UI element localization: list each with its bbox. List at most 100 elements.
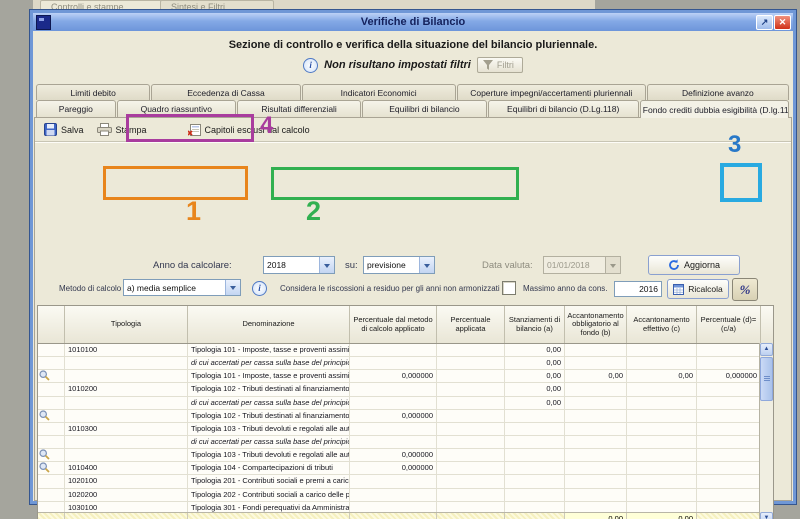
cell-accb [565,410,627,422]
su-label: su: [345,260,358,271]
page-title: Sezione di controllo e verifica della si… [33,39,793,51]
metodo-info-icon[interactable]: i [252,281,267,296]
tab-r1-1[interactable]: Eccedenza di Cassa [151,84,300,100]
tab-r2-0[interactable]: Pareggio [36,100,116,117]
magnifier-icon[interactable] [39,410,50,421]
dropdown-arrow-icon[interactable] [319,257,334,273]
filtri-button[interactable]: Filtri [477,57,523,73]
cell-accb [565,489,627,501]
calculator-icon [673,284,684,295]
cell-name: Tipologia 101 - Imposte, tasse e provent… [188,370,350,382]
tab-r2-3[interactable]: Equilibri di bilancio [362,100,486,117]
cell-accb: 0,00 [565,370,627,382]
anno-da-calcolare-select[interactable]: 2018 [263,256,335,274]
cell-pmc [350,357,437,369]
print-button[interactable]: Stampa [94,121,153,138]
cell-pmc [350,489,437,501]
table-row[interactable]: di cui accertati per cassa sulla base de… [38,397,773,410]
column-header-3: Percentuale applicata [437,306,505,343]
cell-accc [627,489,697,501]
header-icon-column [38,306,65,343]
table-row[interactable]: 1010400Tipologia 104 - Compartecipazioni… [38,462,773,475]
cell-sta [505,423,565,435]
table-row[interactable]: Tipologia 103 - Tributi devoluti e regol… [38,449,773,462]
vertical-scrollbar[interactable]: ▲ ▼ [759,343,773,519]
magnifier-icon[interactable] [39,462,50,473]
aggiorna-button[interactable]: Aggiorna [648,255,740,275]
row-icon-cell [38,357,65,369]
scrollbar-thumb[interactable] [760,357,773,401]
tab-r1-2[interactable]: Indicatori Economici [302,84,456,100]
filtri-button-label: Filtri [497,60,514,70]
cell-pmc: 0,000000 [350,370,437,382]
table-row[interactable]: Tipologia 101 - Imposte, tasse e provent… [38,370,773,383]
column-header-2: Percentuale dal metodo di calcolo applic… [350,306,437,343]
row-magnifier-cell[interactable] [38,449,65,461]
cell-code [65,397,188,409]
refresh-icon [668,259,680,271]
capitoli-esclusi-button[interactable]: Capitoli esclusi dal calcolo [185,122,316,138]
save-button[interactable]: Salva [41,121,90,138]
row-magnifier-cell[interactable] [38,462,65,474]
cell-sta [505,436,565,448]
table-row[interactable]: 1010300Tipologia 103 - Tributi devoluti … [38,423,773,436]
tab-r1-3[interactable]: Coperture impegni/accertamenti plurienna… [457,84,646,100]
scroll-up-arrow-icon[interactable]: ▲ [760,343,773,356]
column-header-1: Denominazione [188,306,350,343]
row-magnifier-cell[interactable] [38,410,65,422]
row-icon-cell [38,383,65,395]
cell-accc: 0,00 [627,370,697,382]
totals-accantonamento-obbligatorio: 0,00 [565,513,627,519]
percent-tool-button[interactable]: % [732,278,758,301]
cell-pmc [350,383,437,395]
cell-pa [437,462,505,474]
table-row[interactable]: 1020200Tipologia 202 - Contributi social… [38,489,773,502]
scroll-down-arrow-icon[interactable]: ▼ [760,512,773,519]
cell-pmc [350,397,437,409]
cell-perc [697,489,761,501]
close-button[interactable]: ✕ [774,15,791,30]
save-button-label: Salva [61,125,84,135]
cell-pmc [350,475,437,487]
magnifier-icon[interactable] [39,370,50,381]
cell-name: Tipologia 201 - Contributi sociali e pre… [188,475,350,487]
tab-r2-5[interactable]: Fondo crediti dubbia esigibilità (D.lg.1… [640,100,789,118]
tab-r1-4[interactable]: Definizione avanzo [647,84,789,100]
row-magnifier-cell[interactable] [38,370,65,382]
restore-button[interactable]: ↗ [756,15,773,30]
print-button-label: Stampa [116,125,147,135]
metodo-di-calcolo-select[interactable]: a) media semplice [123,279,241,296]
excluded-chapters-icon [188,124,201,136]
considera-riscossioni-checkbox[interactable] [502,281,516,295]
cell-pmc [350,436,437,448]
dropdown-arrow-icon[interactable] [419,257,434,273]
cell-code: 1020200 [65,489,188,501]
ricalcola-button[interactable]: Ricalcola [667,279,729,299]
cell-perc [697,344,761,356]
table-row[interactable]: di cui accertati per cassa sulla base de… [38,357,773,370]
table-row[interactable]: di cui accertati per cassa sulla base de… [38,436,773,449]
table-row[interactable]: Tipologia 102 - Tributi destinati al fin… [38,410,773,423]
massimo-anno-input[interactable] [614,281,662,297]
cell-code: 1010200 [65,383,188,395]
cell-code: 1010100 [65,344,188,356]
table-header-row: TipologiaDenominazionePercentuale dal me… [38,306,773,344]
metodo-di-calcolo-label: Metodo di calcolo [59,284,121,293]
table-row[interactable]: 1010100Tipologia 101 - Imposte, tasse e … [38,344,773,357]
dropdown-arrow-icon[interactable] [225,280,240,295]
tab-r1-0[interactable]: Limiti debito [36,84,150,100]
table-row[interactable]: 1020100Tipologia 201 - Contributi social… [38,475,773,488]
cell-pa [437,397,505,409]
cell-accb [565,397,627,409]
su-select[interactable]: previsione [363,256,435,274]
tab-r2-1[interactable]: Quadro riassuntivo [117,100,236,117]
cell-pmc: 0,000000 [350,462,437,474]
magnifier-icon[interactable] [39,449,50,460]
cell-pa [437,475,505,487]
percent-icon: % [740,282,751,298]
table-row[interactable]: 1010200Tipologia 102 - Tributi destinati… [38,383,773,396]
tab-r2-4[interactable]: Equilibri di bilancio (D.Lg.118) [488,100,639,117]
cell-pmc: 0,000000 [350,410,437,422]
tab-r2-2[interactable]: Risultati differenziali [237,100,361,117]
cell-name: Tipologia 102 - Tributi destinati al fin… [188,410,350,422]
